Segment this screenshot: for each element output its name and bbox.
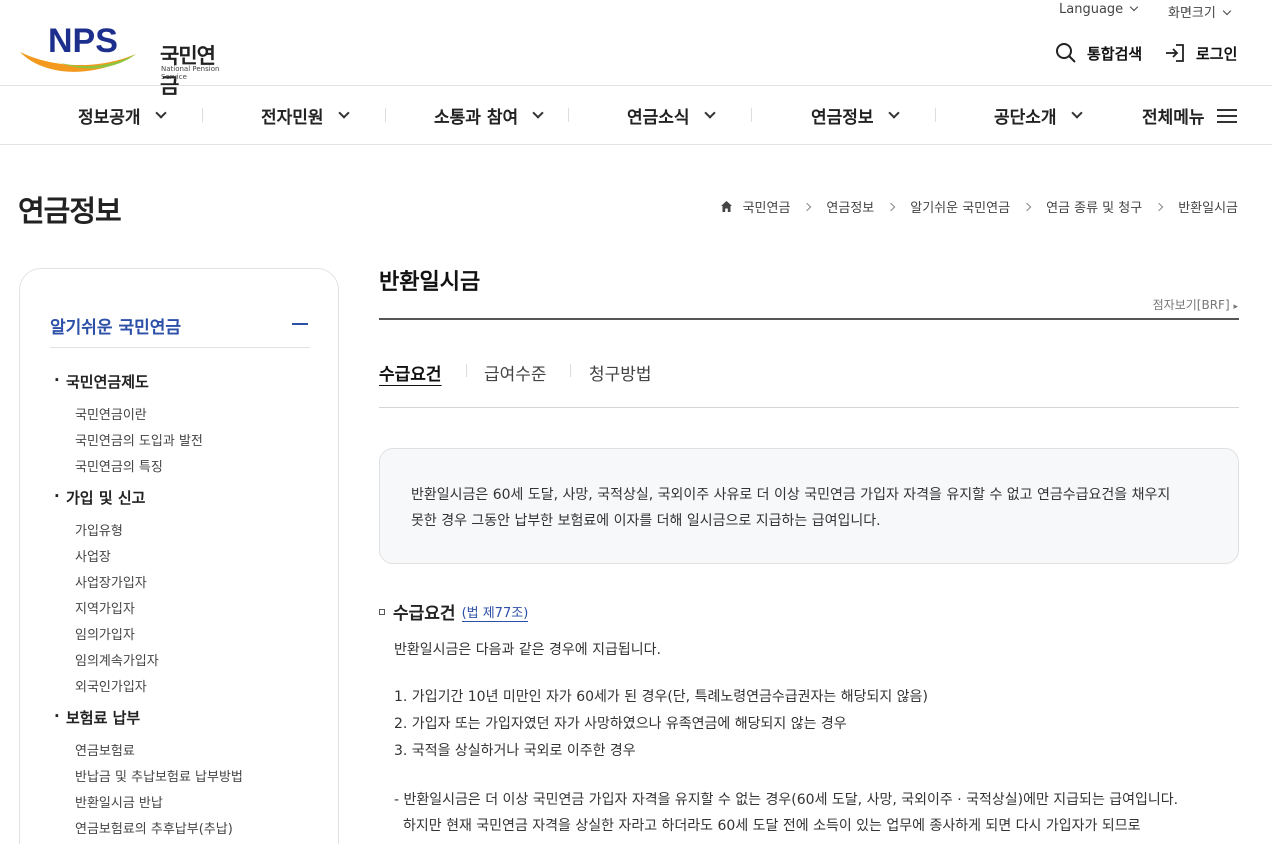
- nps-logo[interactable]: NPS 국민연금 National Pension Service: [18, 18, 228, 98]
- gnb-divider: [385, 108, 386, 122]
- chevron-down-icon: [532, 106, 544, 119]
- condition-item: 1. 가입기간 10년 미만인 자가 60세가 된 경우(단, 특례노령연금수급…: [394, 689, 928, 705]
- title-divider: [379, 318, 1239, 320]
- collapse-icon[interactable]: [292, 323, 308, 325]
- sidebar-item[interactable]: 사업장가입자: [75, 572, 147, 591]
- summary-box: 반환일시금은 60세 도달, 사망, 국적상실, 국외이주 사유로 더 이상 국…: [379, 448, 1239, 564]
- chevron-right-icon: [887, 202, 896, 211]
- chevron-right-icon: [1022, 202, 1032, 211]
- chevron-down-icon: [337, 106, 350, 119]
- screen-size-select[interactable]: 화면크기: [1168, 2, 1232, 21]
- page-title: 연금정보: [18, 194, 122, 228]
- chevron-down-icon: [703, 106, 716, 119]
- chevron-down-icon: [1070, 106, 1083, 119]
- sidebar-title[interactable]: 알기쉬운 국민연금: [50, 313, 181, 338]
- caret-right-icon: ▸: [1233, 302, 1238, 312]
- sidebar-item[interactable]: 국민연금이란: [75, 404, 147, 423]
- search-button[interactable]: 통합검색: [1055, 42, 1142, 64]
- breadcrumb-item[interactable]: 연금 종류 및 청구: [1046, 197, 1142, 216]
- condition-item: 2. 가입자 또는 가입자였던 자가 사망하였으나 유족연금에 해당되지 않는 …: [394, 716, 847, 732]
- gnb-item-pension-news[interactable]: 연금소식: [627, 103, 716, 128]
- login-label: 로그인: [1196, 44, 1238, 63]
- sidebar-item[interactable]: 사업장: [75, 546, 111, 565]
- summary-text: 반환일시금은 60세 도달, 사망, 국적상실, 국외이주 사유로 더 이상 국…: [411, 487, 1171, 503]
- sidebar-item[interactable]: 국민연금의 도입과 발전: [75, 430, 203, 449]
- breadcrumb-item[interactable]: 국민연금: [743, 197, 791, 216]
- gnb-divider: [568, 108, 569, 122]
- gnb-item-e-civil[interactable]: 전자민원: [261, 103, 350, 128]
- sidebar-item[interactable]: 가입유형: [75, 520, 123, 539]
- chevron-right-icon: [1154, 202, 1164, 211]
- chevron-down-icon: [1222, 6, 1232, 16]
- search-label: 통합검색: [1087, 44, 1143, 63]
- tab-divider: [466, 364, 467, 377]
- gnb-item-communication[interactable]: 소통과 참여: [434, 103, 544, 128]
- gnb-item-info-disclosure[interactable]: 정보공개: [78, 103, 167, 128]
- sidebar: 알기쉬운 국민연금 국민연금제도 국민연금이란 국민연금의 도입과 발전 국민연…: [19, 268, 339, 844]
- note-text: - 반환일시금은 더 이상 국민연금 가입자 자격을 유지할 수 없는 경우(6…: [394, 792, 1179, 808]
- sidebar-item[interactable]: 지역가입자: [75, 598, 135, 617]
- sidebar-item[interactable]: 임의계속가입자: [75, 650, 159, 669]
- breadcrumb-item[interactable]: 연금정보: [826, 197, 874, 216]
- summary-text: 못한 경우 그동안 납부한 보험료에 이자를 더해 일시금으로 지급하는 급여입…: [411, 513, 881, 529]
- tab-benefit-level[interactable]: 급여수준: [484, 360, 547, 385]
- all-menu-label: 전체메뉴: [1142, 108, 1205, 128]
- content-title: 반환일시금: [379, 270, 481, 295]
- gnb-item-about[interactable]: 공단소개: [994, 103, 1083, 128]
- login-button[interactable]: 로그인: [1164, 42, 1237, 64]
- screen-size-label: 화면크기: [1168, 6, 1216, 21]
- sidebar-item[interactable]: 반환일시금 반납: [75, 792, 163, 811]
- sidebar-item[interactable]: 연금보험료의 추후납부(추납): [75, 818, 233, 837]
- gnb-divider: [935, 108, 936, 122]
- sidebar-item[interactable]: 외국인가입자: [75, 676, 147, 695]
- home-icon[interactable]: [720, 200, 733, 213]
- chevron-down-icon: [887, 106, 900, 119]
- sidebar-item[interactable]: 국민연금의 특징: [75, 456, 163, 475]
- tab-requirements[interactable]: 수급요건: [379, 360, 442, 385]
- all-menu-button[interactable]: 전체메뉴: [1142, 103, 1237, 128]
- braille-view-link[interactable]: 점자보기[BRF] ▸: [1153, 296, 1238, 313]
- sidebar-item[interactable]: 임의가입자: [75, 624, 135, 643]
- tab-bar-divider: [379, 407, 1239, 408]
- login-icon: [1166, 44, 1184, 62]
- square-bullet-icon: [379, 608, 385, 615]
- breadcrumb-item[interactable]: 알기쉬운 국민연금: [910, 197, 1010, 216]
- breadcrumb: 국민연금 연금정보 알기쉬운 국민연금 연금 종류 및 청구 반환일시금: [720, 197, 1238, 216]
- intro-text: 반환일시금은 다음과 같은 경우에 지급됩니다.: [394, 642, 661, 658]
- divider: [50, 347, 310, 348]
- logo-text: NPS: [48, 22, 118, 60]
- tab-divider: [570, 364, 571, 377]
- sidebar-group[interactable]: 보험료 납부: [54, 707, 140, 728]
- chevron-down-icon: [154, 106, 167, 119]
- language-label: Language: [1059, 2, 1124, 17]
- global-navigation: 정보공개 전자민원 소통과 참여 연금소식 연금정보 공단소개 전체메뉴: [0, 85, 1272, 145]
- sidebar-group[interactable]: 가입 및 신고: [54, 487, 146, 508]
- logo-english: National Pension Service: [161, 65, 220, 81]
- gnb-divider: [202, 108, 203, 122]
- hamburger-icon: [1216, 105, 1237, 127]
- chevron-right-icon: [803, 202, 812, 211]
- gnb-divider: [751, 108, 752, 122]
- tab-claim-method[interactable]: 청구방법: [589, 360, 652, 385]
- language-select[interactable]: Language: [1059, 2, 1139, 17]
- sidebar-item[interactable]: 연금보험료: [75, 740, 135, 759]
- section-title: 수급요건 (법 제77조): [379, 599, 529, 624]
- search-icon: [1056, 43, 1076, 63]
- chevron-down-icon: [1129, 2, 1139, 12]
- sidebar-group[interactable]: 국민연금제도: [54, 371, 149, 392]
- breadcrumb-current: 반환일시금: [1178, 201, 1238, 216]
- note-text: 하지만 현재 국민연금 자격을 상실한 자라고 하더라도 60세 도달 전에 소…: [403, 818, 1141, 834]
- gnb-item-pension-info[interactable]: 연금정보: [811, 103, 900, 128]
- condition-item: 3. 국적을 상실하거나 국외로 이주한 경우: [394, 743, 636, 759]
- law-article-link[interactable]: (법 제77조): [461, 602, 529, 622]
- sidebar-item[interactable]: 반납금 및 추납보험료 납부방법: [75, 766, 243, 785]
